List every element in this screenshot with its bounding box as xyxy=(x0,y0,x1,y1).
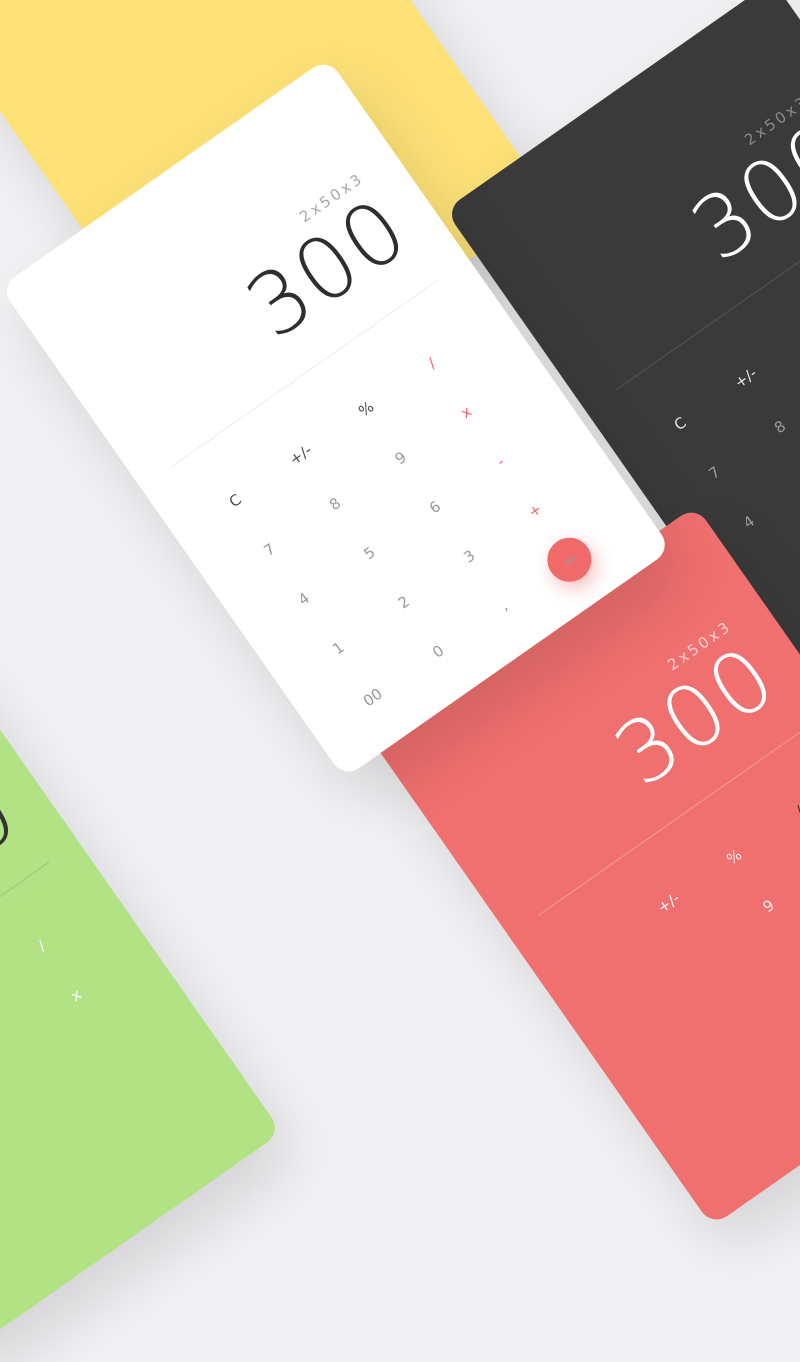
key-7[interactable]: 7 xyxy=(234,516,306,583)
key-plus-minus[interactable]: +/- xyxy=(265,421,337,488)
key-1[interactable]: 1 xyxy=(302,615,374,682)
key-clear[interactable]: C xyxy=(644,390,716,457)
key-decimal[interactable]: , xyxy=(468,572,540,639)
key-percent[interactable]: % xyxy=(775,298,800,365)
key-9[interactable]: 9 xyxy=(733,873,800,940)
key-8[interactable]: 8 xyxy=(744,393,800,460)
key-multiply[interactable]: x xyxy=(40,962,112,1029)
key-divide[interactable]: / xyxy=(6,913,78,980)
key-divide[interactable]: / xyxy=(396,330,468,397)
key-plus-minus[interactable]: +/- xyxy=(710,344,782,411)
key-multiply[interactable]: x xyxy=(430,379,502,446)
key-7[interactable]: 7 xyxy=(679,439,751,506)
result-display: 300 xyxy=(597,626,795,807)
key-9[interactable]: 9 xyxy=(365,425,437,492)
key-plus-minus[interactable]: +/- xyxy=(633,869,705,936)
key-0[interactable]: 0 xyxy=(402,618,474,685)
key-divide[interactable]: / xyxy=(764,778,800,845)
result-display: 300 xyxy=(229,178,427,359)
key-subtract[interactable]: - xyxy=(465,428,537,495)
key-5[interactable]: 5 xyxy=(333,520,405,587)
key-4[interactable]: 4 xyxy=(268,565,340,632)
key-percent[interactable]: % xyxy=(698,823,770,890)
result-display: 300 xyxy=(0,761,37,942)
equals-button[interactable]: = xyxy=(538,529,601,591)
key-clear[interactable]: C xyxy=(199,467,271,534)
key-add[interactable]: + xyxy=(499,477,571,544)
key-8[interactable]: 8 xyxy=(299,470,371,537)
key-3[interactable]: 3 xyxy=(433,523,505,590)
key-6[interactable]: 6 xyxy=(399,474,471,541)
key-00[interactable]: 00 xyxy=(337,664,409,731)
result-display: 300 xyxy=(674,101,800,282)
key-2[interactable]: 2 xyxy=(368,569,440,636)
key-percent[interactable]: % xyxy=(330,375,402,442)
green-calculator-card: 2x50x3 300 / x xyxy=(0,640,282,1362)
